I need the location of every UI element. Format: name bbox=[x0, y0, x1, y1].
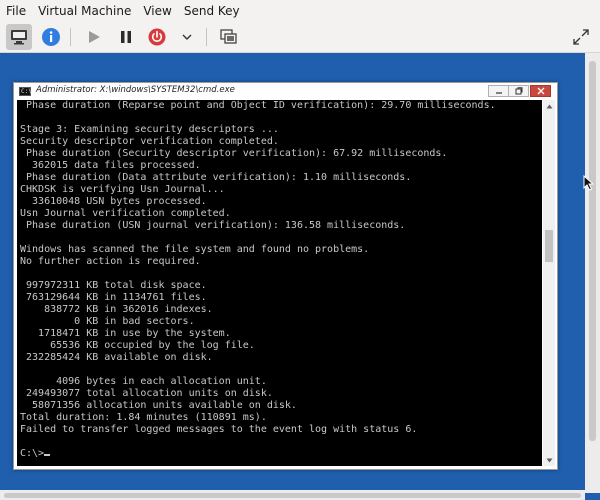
minimize-icon bbox=[495, 92, 502, 94]
console-line: Phase duration (Data attribute verificat… bbox=[20, 172, 412, 183]
display-icon bbox=[11, 30, 27, 45]
scroll-up-button[interactable] bbox=[543, 100, 555, 112]
menu-virtual-machine[interactable]: Virtual Machine bbox=[32, 0, 137, 22]
console-line: 58071356 allocation units available on d… bbox=[20, 400, 297, 411]
console-line: CHKDSK is verifying Usn Journal... bbox=[20, 184, 225, 195]
scroll-thumb[interactable] bbox=[545, 230, 553, 262]
minimize-button[interactable] bbox=[488, 85, 509, 97]
menu-bar: File Virtual Machine View Send Key bbox=[0, 0, 600, 22]
menu-send-key[interactable]: Send Key bbox=[178, 0, 246, 22]
console-line: 1718471 KB in use by the system. bbox=[20, 328, 231, 339]
viewer-hscroll-thumb[interactable] bbox=[4, 493, 581, 498]
chevron-up-icon bbox=[546, 104, 552, 108]
text-cursor bbox=[44, 454, 51, 456]
viewer-scroll-thumb[interactable] bbox=[589, 61, 596, 441]
run-button[interactable] bbox=[81, 24, 107, 50]
power-icon bbox=[148, 28, 166, 46]
chevron-down-icon bbox=[182, 34, 192, 40]
scroll-down-button[interactable] bbox=[543, 454, 555, 466]
console-scrollbar[interactable] bbox=[543, 100, 555, 466]
console-line: 33610048 USN bytes processed. bbox=[20, 196, 207, 207]
screenshot-icon bbox=[220, 29, 237, 44]
toolbar-separator bbox=[70, 28, 71, 46]
console-line: Phase duration (Reparse point and Object… bbox=[20, 100, 496, 111]
display-button[interactable] bbox=[6, 24, 32, 50]
console-line: 249493077 total allocation units on disk… bbox=[20, 388, 273, 399]
toolbar-separator bbox=[206, 28, 207, 46]
console-line: 0 KB in bad sectors. bbox=[20, 316, 195, 327]
details-button[interactable] bbox=[38, 24, 64, 50]
console-line: Stage 3: Examining security descriptors … bbox=[20, 124, 279, 135]
screenshot-button[interactable] bbox=[216, 24, 242, 50]
console-line: 232285424 KB available on disk. bbox=[20, 352, 213, 363]
fullscreen-button[interactable] bbox=[568, 24, 594, 50]
close-button[interactable] bbox=[530, 85, 551, 97]
cmd-window[interactable]: C:\ Administrator: X:\windows\SYSTEM32\c… bbox=[13, 82, 558, 470]
console-line: Phase duration (USN journal verification… bbox=[20, 220, 406, 231]
play-icon bbox=[89, 31, 100, 43]
console-line: 362015 data files processed. bbox=[20, 160, 201, 171]
restore-icon bbox=[515, 87, 522, 95]
menu-file[interactable]: File bbox=[0, 0, 32, 22]
cmd-app-icon: C:\ bbox=[19, 87, 32, 96]
console-line: No further action is required. bbox=[20, 256, 201, 267]
console-line: C:\> bbox=[20, 448, 45, 459]
cmd-titlebar[interactable]: C:\ Administrator: X:\windows\SYSTEM32\c… bbox=[14, 83, 557, 100]
console-line: 65536 KB occupied by the log file. bbox=[20, 340, 255, 351]
shutdown-button[interactable] bbox=[144, 24, 170, 50]
console-line: Failed to transfer logged messages to th… bbox=[20, 424, 418, 435]
console-line: Phase duration (Security descriptor veri… bbox=[20, 148, 448, 159]
console-line: 997972311 KB total disk space. bbox=[20, 280, 207, 291]
console-text: Phase duration (Reparse point and Object… bbox=[17, 100, 542, 460]
menu-view[interactable]: View bbox=[137, 0, 177, 22]
console-line: Windows has scanned the file system and … bbox=[20, 244, 370, 255]
console-line: Usn Journal verification completed. bbox=[20, 208, 231, 219]
console-line: Total duration: 1.84 minutes (110891 ms)… bbox=[20, 412, 267, 423]
console-line: 838772 KB in 362016 indexes. bbox=[20, 304, 213, 315]
viewer-horizontal-scrollbar[interactable] bbox=[0, 490, 585, 500]
window-title: Administrator: X:\windows\SYSTEM32\cmd.e… bbox=[36, 85, 235, 95]
shutdown-menu-button[interactable] bbox=[174, 24, 200, 50]
chevron-down-icon bbox=[546, 458, 552, 462]
mouse-pointer-icon bbox=[583, 175, 594, 191]
console-output[interactable]: Phase duration (Reparse point and Object… bbox=[17, 100, 542, 466]
pause-button[interactable] bbox=[113, 24, 139, 50]
toolbar bbox=[0, 22, 600, 53]
info-icon bbox=[42, 28, 60, 46]
fullscreen-icon bbox=[573, 29, 589, 45]
close-icon bbox=[537, 87, 544, 95]
pause-icon bbox=[121, 31, 131, 43]
console-line: Security descriptor verification complet… bbox=[20, 136, 279, 147]
viewer-vertical-scrollbar[interactable] bbox=[585, 53, 600, 493]
console-line: 4096 bytes in each allocation unit. bbox=[20, 376, 267, 387]
maximize-button[interactable] bbox=[508, 85, 529, 97]
console-line: 763129644 KB in 1134761 files. bbox=[20, 292, 207, 303]
